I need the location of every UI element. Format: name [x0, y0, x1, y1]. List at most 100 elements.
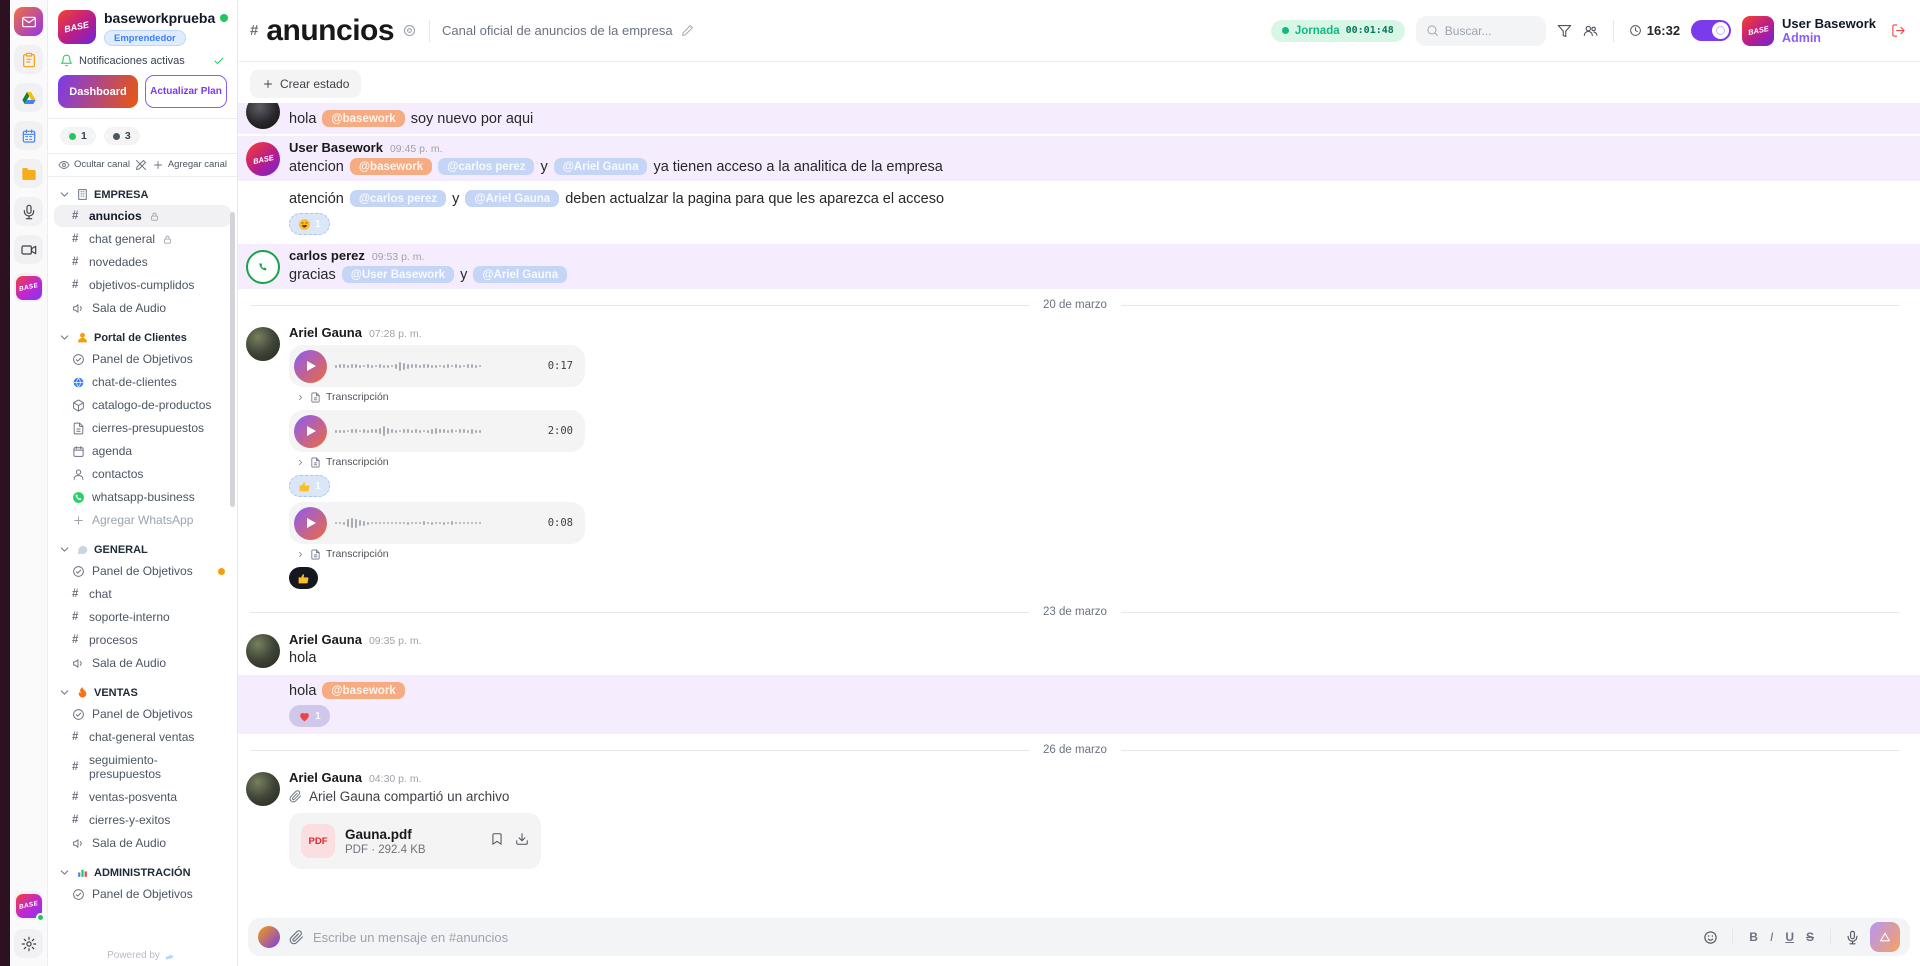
- channel-item[interactable]: #objetivos-cumplidos: [54, 274, 231, 296]
- channel-section-header[interactable]: GENERAL: [54, 540, 231, 559]
- channel-item[interactable]: #novedades: [54, 251, 231, 273]
- edit-description-icon[interactable]: [681, 24, 694, 37]
- mention-pill[interactable]: @Ariel Gauna: [473, 266, 567, 283]
- rail-mic-button[interactable]: [14, 197, 43, 226]
- reaction-heart[interactable]: 1: [289, 705, 330, 727]
- waveform[interactable]: [335, 424, 540, 438]
- dashboard-button[interactable]: Dashboard: [58, 75, 138, 108]
- members-button[interactable]: [1583, 23, 1598, 38]
- waveform[interactable]: [335, 359, 540, 373]
- rail-calendar-button[interactable]: [14, 121, 43, 150]
- channel-section-header[interactable]: EMPRESA: [54, 185, 231, 204]
- message-input[interactable]: [313, 930, 1694, 945]
- format-s-button[interactable]: S: [1804, 930, 1816, 944]
- mention-pill[interactable]: @carlos perez: [350, 190, 446, 207]
- channel-item[interactable]: contactos: [54, 463, 231, 485]
- mention-pill[interactable]: @Ariel Gauna: [465, 190, 559, 207]
- logout-button[interactable]: [1891, 23, 1906, 38]
- transcription-toggle[interactable]: Transcripción: [296, 548, 1900, 560]
- channel-item[interactable]: #soporte-interno: [54, 606, 231, 628]
- rail-drive-button[interactable]: [14, 83, 43, 112]
- play-button[interactable]: [294, 507, 327, 540]
- rail-mail-button[interactable]: [14, 7, 43, 36]
- search-input[interactable]: [1445, 24, 1536, 38]
- mute-draw-button[interactable]: [135, 159, 147, 171]
- channel-section-header[interactable]: VENTAS: [54, 683, 231, 702]
- mention-pill[interactable]: @basework: [322, 110, 404, 127]
- play-button[interactable]: [294, 350, 327, 383]
- channel-item[interactable]: #ventas-posventa: [54, 786, 231, 808]
- channel-section-header[interactable]: ADMINISTRACIÓN: [54, 863, 231, 882]
- notifications-row[interactable]: Notificaciones activas: [48, 50, 237, 75]
- assistant-avatar[interactable]: [258, 926, 280, 948]
- waveform[interactable]: [335, 516, 540, 530]
- channel-item[interactable]: #procesos: [54, 629, 231, 651]
- add-channel-button[interactable]: Agregar canal: [152, 159, 227, 171]
- audio-duration: 2:00: [548, 425, 573, 437]
- message-author[interactable]: User Basework: [289, 140, 383, 155]
- mention-pill[interactable]: @carlos perez: [438, 158, 534, 175]
- emoji-button[interactable]: [1703, 930, 1718, 945]
- rail-base-app-button[interactable]: BASE: [14, 273, 43, 302]
- voice-record-button[interactable]: [1845, 930, 1860, 945]
- message-author[interactable]: carlos perez: [289, 248, 365, 263]
- channel-item[interactable]: #seguimiento-presupuestos: [54, 749, 231, 785]
- hide-channel-button[interactable]: Ocultar canal: [58, 159, 130, 171]
- file-attachment[interactable]: PDFGauna.pdfPDF · 292.4 KB: [289, 813, 541, 869]
- sidebar: BASE baseworkprueba Emprendedor Notifica…: [48, 0, 238, 966]
- user-menu[interactable]: BASE User Basework Admin: [1742, 16, 1876, 46]
- message-author[interactable]: Ariel Gauna: [289, 325, 362, 340]
- rail-folder-button[interactable]: [14, 159, 43, 188]
- channel-item[interactable]: #chat general: [54, 228, 231, 250]
- mention-pill[interactable]: @User Basework: [342, 266, 454, 283]
- message-author[interactable]: Ariel Gauna: [289, 770, 362, 785]
- reaction-joy[interactable]: 1: [289, 213, 330, 235]
- rail-base-app-button[interactable]: BASE: [14, 891, 43, 920]
- search-box[interactable]: [1416, 16, 1546, 46]
- mention-pill[interactable]: @Ariel Gauna: [554, 158, 648, 175]
- theme-toggle[interactable]: [1691, 20, 1731, 41]
- format-i-button[interactable]: I: [1768, 930, 1775, 944]
- channel-item[interactable]: Panel de Objetivos: [54, 703, 231, 725]
- transcription-toggle[interactable]: Transcripción: [296, 391, 1900, 403]
- format-u-button[interactable]: U: [1783, 930, 1796, 944]
- channel-item[interactable]: #cierres-y-exitos: [54, 809, 231, 831]
- attach-file-button[interactable]: [289, 930, 304, 945]
- send-button[interactable]: [1870, 922, 1900, 952]
- channel-item[interactable]: chat-de-clientes: [54, 371, 231, 393]
- jornada-timer[interactable]: Jornada 00:01:48: [1271, 20, 1405, 42]
- channel-item[interactable]: agenda: [54, 440, 231, 462]
- channel-item[interactable]: #chat: [54, 583, 231, 605]
- channel-item[interactable]: Sala de Audio: [54, 652, 231, 674]
- rail-gear-button[interactable]: [14, 929, 43, 958]
- transcription-toggle[interactable]: Transcripción: [296, 456, 1900, 468]
- upgrade-plan-button[interactable]: Actualizar Plan: [145, 75, 227, 108]
- channel-section-header[interactable]: Portal de Clientes: [54, 328, 231, 347]
- message-author[interactable]: Ariel Gauna: [289, 632, 362, 647]
- reaction-thumb[interactable]: 1: [289, 475, 330, 497]
- channel-item[interactable]: #anuncios: [54, 205, 231, 227]
- filter-button[interactable]: [1557, 23, 1572, 38]
- sidebar-scrollbar[interactable]: [230, 212, 235, 507]
- channel-item[interactable]: Agregar WhatsApp: [54, 509, 231, 531]
- channel-item[interactable]: catalogo-de-productos: [54, 394, 231, 416]
- rail-clipboard-button[interactable]: [14, 45, 43, 74]
- channel-item[interactable]: Sala de Audio: [54, 832, 231, 854]
- format-b-button[interactable]: B: [1747, 930, 1760, 944]
- play-button[interactable]: [294, 415, 327, 448]
- channel-item[interactable]: Panel de Objetivos: [54, 883, 231, 905]
- bookmark-button[interactable]: [490, 832, 504, 851]
- mention-pill[interactable]: @basework: [322, 682, 404, 699]
- channel-item[interactable]: Sala de Audio: [54, 297, 231, 319]
- rail-video-button[interactable]: [14, 235, 43, 264]
- mention-pill[interactable]: @basework: [350, 158, 432, 175]
- channel-visibility-icon[interactable]: [402, 23, 417, 38]
- channel-item[interactable]: Panel de Objetivos: [54, 348, 231, 370]
- channel-item[interactable]: whatsapp-business: [54, 486, 231, 508]
- create-status-button[interactable]: Crear estado: [250, 70, 361, 98]
- download-button[interactable]: [515, 832, 529, 851]
- channel-item[interactable]: cierres-presupuestos: [54, 417, 231, 439]
- channel-item[interactable]: Panel de Objetivos: [54, 560, 231, 582]
- channel-item[interactable]: #chat-general ventas: [54, 726, 231, 748]
- reaction-thumb[interactable]: [289, 567, 318, 589]
